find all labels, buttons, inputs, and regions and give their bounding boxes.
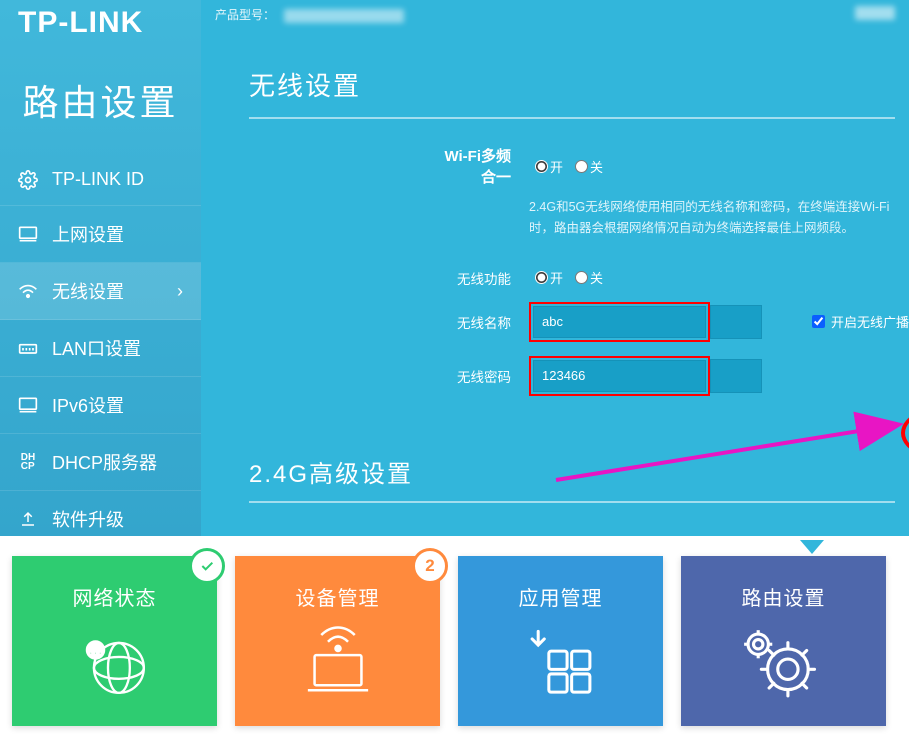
tile-app-mgmt[interactable]: 应用管理 xyxy=(458,556,663,726)
highlight-box xyxy=(529,356,710,396)
menu-label: 无线设置 xyxy=(52,278,124,304)
menu-label: 上网设置 xyxy=(52,221,124,247)
wifi-func-off[interactable]: 关 xyxy=(569,268,609,287)
sidebar: TP-LINK 路由设置 TP-LINK ID 上网设置 无线设置 › LAN口… xyxy=(0,0,201,536)
tile-label: 路由设置 xyxy=(681,556,886,611)
broadcast-label: 开启无线广播 xyxy=(831,312,909,331)
tile-label: 设备管理 xyxy=(235,556,440,611)
product-model-redacted xyxy=(284,9,404,23)
monitor-icon xyxy=(18,395,38,415)
menu-ipv6[interactable]: IPv6设置 xyxy=(0,377,201,434)
wifi-func-on[interactable]: 开 xyxy=(529,268,569,287)
check-badge-icon xyxy=(189,548,225,584)
menu-tplink-id[interactable]: TP-LINK ID xyxy=(0,154,201,206)
multiband-desc: 2.4G和5G无线网络使用相同的无线名称和密码，在终端连接Wi-Fi时，路由器会… xyxy=(529,197,909,240)
laptop-wifi-icon xyxy=(235,625,440,697)
active-tile-pointer xyxy=(800,540,824,554)
globe-icon xyxy=(12,625,217,703)
annotation-arrow-icon xyxy=(551,400,909,490)
menu-label: LAN口设置 xyxy=(52,335,141,361)
tile-device-mgmt[interactable]: 2 设备管理 xyxy=(235,556,440,726)
menu-lan[interactable]: LAN口设置 xyxy=(0,320,201,377)
ssid-label: 无线名称 xyxy=(431,312,511,332)
wifi-func-off-radio[interactable] xyxy=(575,271,588,284)
apps-grid-icon xyxy=(458,625,663,697)
ssid-input[interactable] xyxy=(533,306,706,338)
menu-upgrade[interactable]: 软件升级 xyxy=(0,491,201,548)
wifi-icon xyxy=(18,281,38,301)
multiband-off[interactable]: 关 xyxy=(569,157,609,176)
count-badge: 2 xyxy=(412,548,448,584)
upload-icon xyxy=(18,509,38,529)
tile-label: 应用管理 xyxy=(458,556,663,611)
wifi-func-label: 无线功能 xyxy=(431,268,511,288)
sidebar-title: 路由设置 xyxy=(0,74,201,126)
divider xyxy=(249,117,895,119)
monitor-icon xyxy=(18,224,38,244)
menu-label: TP-LINK ID xyxy=(52,169,144,190)
multiband-label: Wi-Fi多频合一 xyxy=(431,145,511,187)
wifi-func-on-radio[interactable] xyxy=(535,271,548,284)
ethernet-icon xyxy=(18,338,38,358)
product-prefix: 产品型号： xyxy=(215,8,275,22)
multiband-on[interactable]: 开 xyxy=(529,157,569,176)
tile-network-status[interactable]: 网络状态 xyxy=(12,556,217,726)
menu-label: 软件升级 xyxy=(52,506,124,532)
password-input[interactable] xyxy=(533,360,706,392)
tile-router-settings[interactable]: 路由设置 xyxy=(681,556,886,726)
gear-icon xyxy=(18,170,38,190)
gears-icon xyxy=(681,625,886,701)
highlight-box xyxy=(529,302,710,342)
top-right-redacted xyxy=(855,6,895,20)
menu-wireless[interactable]: 无线设置 › xyxy=(0,263,201,320)
bottom-tiles: 网络状态 2 设备管理 应用管理 路由设置 xyxy=(12,556,886,726)
password-label: 无线密码 xyxy=(431,366,511,386)
multiband-on-radio[interactable] xyxy=(535,160,548,173)
dhcp-icon: DHCP xyxy=(18,452,38,472)
menu-wan[interactable]: 上网设置 xyxy=(0,206,201,263)
top-bar: 产品型号： xyxy=(201,0,909,32)
menu-dhcp[interactable]: DHCP DHCP服务器 xyxy=(0,434,201,491)
sidebar-menu: TP-LINK ID 上网设置 无线设置 › LAN口设置 IPv6设置 DHC… xyxy=(0,154,201,548)
password-extra xyxy=(710,359,762,393)
menu-label: IPv6设置 xyxy=(52,392,124,418)
menu-label: DHCP服务器 xyxy=(52,449,157,475)
chevron-right-icon: › xyxy=(177,281,183,302)
broadcast-checkbox[interactable] xyxy=(812,315,825,328)
tile-label: 网络状态 xyxy=(12,556,217,611)
multiband-off-radio[interactable] xyxy=(575,160,588,173)
main-panel: 产品型号： 无线设置 Wi-Fi多频合一 开 关 2.4G和5G无线网络使用相同… xyxy=(201,0,909,536)
ssid-extra xyxy=(710,305,762,339)
page-title: 无线设置 xyxy=(249,66,909,103)
divider xyxy=(249,501,895,503)
brand-logo: TP-LINK xyxy=(0,0,201,44)
